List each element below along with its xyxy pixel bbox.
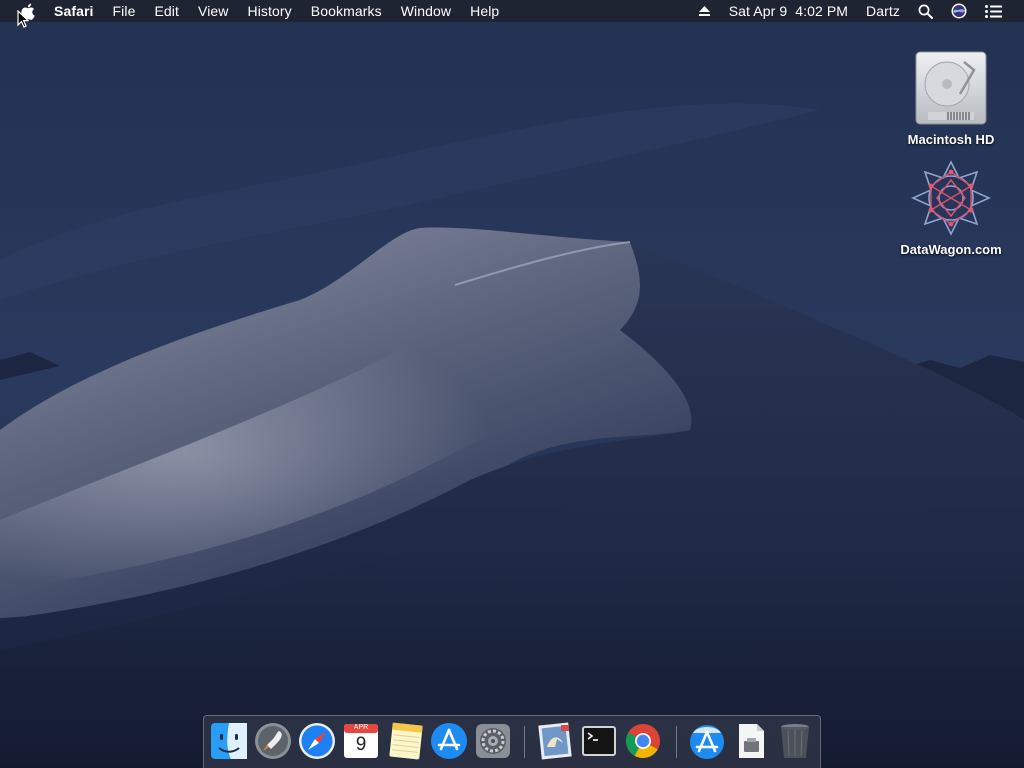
desktop-icon-datawagon[interactable]: DataWagon.com — [891, 158, 1011, 257]
mail-icon — [535, 721, 575, 761]
menu-bookmarks[interactable]: Bookmarks — [311, 3, 382, 19]
dock-app-system-preferences[interactable] — [473, 721, 513, 761]
menu-bar: Safari File Edit View History Bookmarks … — [0, 0, 1024, 22]
dock-app-downloads[interactable] — [731, 721, 771, 761]
dock-app-finder[interactable] — [209, 721, 249, 761]
calendar-day: 9 — [355, 734, 367, 755]
desktop-icon-macintosh-hd[interactable]: Macintosh HD — [891, 48, 1011, 147]
dock-separator — [676, 726, 677, 758]
spotlight-search-icon[interactable] — [918, 4, 933, 19]
dock-app-safari[interactable] — [297, 721, 337, 761]
dock-app-notes[interactable] — [385, 721, 425, 761]
eject-icon[interactable] — [698, 5, 711, 17]
menu-app-name[interactable]: Safari — [54, 3, 94, 19]
menu-view[interactable]: View — [198, 3, 229, 19]
trash-icon — [775, 721, 815, 761]
menu-edit[interactable]: Edit — [154, 3, 179, 19]
dock-separator — [524, 726, 525, 758]
downloads-file-icon — [731, 721, 771, 761]
menu-user[interactable]: Dartz — [866, 3, 900, 19]
dock-app-calendar[interactable]: APR 9 — [341, 721, 381, 761]
finder-icon — [209, 721, 249, 761]
datawagon-logo-icon — [909, 158, 993, 238]
desktop-wallpaper — [0, 0, 1024, 768]
dock-app-terminal[interactable] — [579, 721, 619, 761]
system-preferences-icon — [473, 721, 513, 761]
dock-app-app-store[interactable] — [429, 721, 469, 761]
notes-icon — [385, 721, 425, 761]
dock-app-mail[interactable] — [535, 721, 575, 761]
terminal-icon — [579, 721, 619, 761]
hard-drive-icon — [914, 48, 988, 128]
chrome-icon — [623, 721, 663, 761]
desktop-icon-label: DataWagon.com — [900, 242, 1002, 257]
dock-app-trash[interactable] — [775, 721, 815, 761]
calendar-icon: APR 9 — [341, 721, 381, 761]
dock-app-applications[interactable] — [687, 721, 727, 761]
menu-help[interactable]: Help — [470, 3, 499, 19]
calendar-month: APR — [353, 724, 369, 731]
app-store-icon — [429, 721, 469, 761]
dock-app-chrome[interactable] — [623, 721, 663, 761]
menu-file[interactable]: File — [113, 3, 136, 19]
desktop-icon-label: Macintosh HD — [907, 132, 995, 147]
notification-center-icon[interactable] — [985, 4, 1002, 18]
safari-icon — [297, 721, 337, 761]
applications-folder-icon — [687, 721, 727, 761]
menu-datetime[interactable]: Sat Apr 9 4:02 PM — [729, 3, 848, 19]
menu-history[interactable]: History — [248, 3, 292, 19]
mouse-cursor-icon — [17, 9, 30, 33]
dock: APR 9 — [203, 715, 821, 768]
launchpad-icon — [253, 721, 293, 761]
dock-app-launchpad[interactable] — [253, 721, 293, 761]
menu-window[interactable]: Window — [401, 3, 451, 19]
siri-icon[interactable] — [951, 3, 967, 19]
